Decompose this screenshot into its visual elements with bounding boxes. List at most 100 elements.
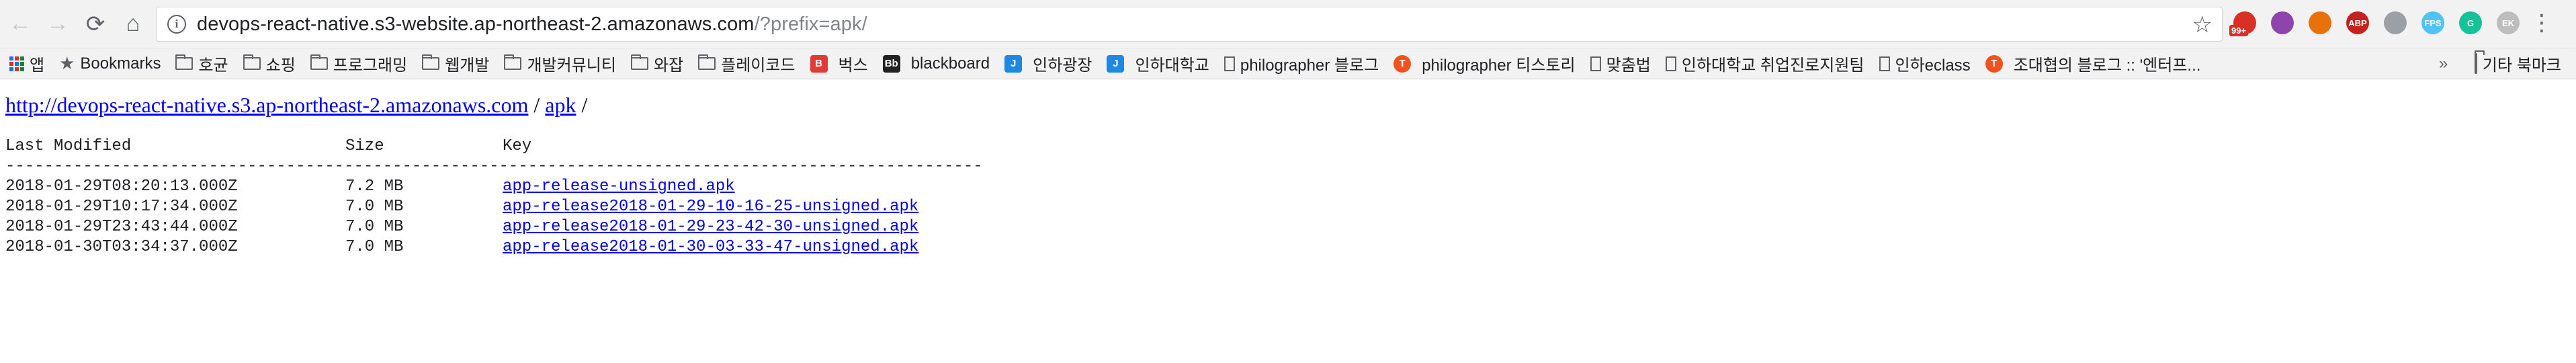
ext-mail-icon[interactable]: 99+ (2229, 11, 2256, 36)
bookmark-label: 와잡 (653, 56, 684, 75)
file-modified: 2018-01-30T03:34:37.000Z (5, 238, 238, 256)
url-text[interactable]: devops-react-native.s3-website.ap-northe… (197, 13, 867, 36)
bookmarks-overflow-chevron[interactable]: » (2439, 54, 2448, 73)
other-bookmarks-label: 기타 북마크 (2482, 56, 2561, 75)
bookmark-item[interactable]: 개발커뮤니티 (504, 52, 616, 75)
tistory-icon: T (1985, 54, 2008, 73)
bookmark-item[interactable]: 맞춤법 (1590, 52, 1651, 75)
page-content: http://devops-react-native.s3.ap-northea… (0, 79, 2576, 268)
other-bookmarks[interactable]: 기타 북마크 (2474, 52, 2561, 75)
folder-icon (175, 54, 194, 70)
header-last-modified: Last Modified (5, 137, 132, 155)
file-size: 7.0 MB (345, 198, 404, 216)
folder-icon (504, 54, 522, 70)
inha-icon: J (1004, 54, 1027, 73)
browser-menu-icon[interactable]: ⋮ (2530, 9, 2553, 36)
bookmark-apps[interactable]: 앱 (0, 52, 44, 75)
folder-icon (422, 54, 440, 70)
home-button[interactable]: ⌂ (116, 7, 151, 42)
breadcrumb-root-link[interactable]: http://devops-react-native.s3.ap-northea… (5, 93, 528, 117)
file-size: 7.2 MB (345, 177, 404, 196)
file-size: 7.0 MB (345, 218, 404, 236)
bookmark-label: blackboard (910, 54, 990, 73)
file-row: 2018-01-30T03:34:37.000Z 7.0 MB app-releas… (5, 237, 2571, 257)
bookmark-label: 인하대학교 (1135, 56, 1209, 75)
bookmark-label: 인하eclass (1895, 56, 1971, 75)
bookmark-glyph: B (810, 54, 828, 73)
file-modified: 2018-01-29T10:17:34.000Z (5, 198, 238, 216)
bookmark-label: 인하광장 (1033, 56, 1092, 75)
bookmark-label: philographer 블로그 (1240, 56, 1379, 75)
apps-label: 앱 (30, 56, 45, 75)
bookmark-item[interactable]: J 인하광장 (1004, 52, 1092, 75)
bookmark-item[interactable]: T 조대협의 블로그 :: '엔터프... (1985, 52, 2201, 75)
ext-fps-icon[interactable]: FPS (2421, 11, 2444, 34)
header-size: Size (345, 137, 384, 155)
browser-toolbar: ← → ⟳ ⌂ i devops-react-native.s3-website… (0, 0, 2576, 48)
breadcrumb-folder-link[interactable]: apk (545, 93, 576, 117)
ext-ek-icon[interactable]: EK (2497, 11, 2520, 34)
header-divider: ----------------------------------------… (5, 157, 981, 175)
bookmark-item[interactable]: 인하eclass (1879, 52, 1971, 75)
extension-label: ABP (2348, 17, 2367, 28)
file-link[interactable]: app-release-unsigned.apk (503, 177, 735, 196)
bookmark-item[interactable]: 웹개발 (422, 52, 489, 75)
header-key: Key (503, 137, 532, 155)
breadcrumb-separator: / (528, 93, 546, 117)
url-path: /?prefix=apk/ (754, 13, 867, 35)
file-link[interactable]: app-release2018-01-30-03-33-47-unsigned.… (503, 238, 918, 256)
bookmark-label: 조대협의 블로그 :: '엔터프... (2013, 56, 2201, 75)
bookmark-item[interactable]: 쇼핑 (243, 52, 296, 75)
bookmark-item[interactable]: B 벅스 (810, 52, 868, 75)
ext-orange-icon[interactable] (2309, 11, 2331, 34)
reload-button[interactable]: ⟳ (78, 7, 113, 42)
bookmark-label: Bookmarks (80, 54, 161, 73)
bookmark-label: 호균 (198, 56, 228, 75)
address-bar[interactable]: i devops-react-native.s3-website.ap-nort… (156, 7, 2223, 42)
extension-badge: 99+ (2229, 25, 2249, 36)
bookmark-label: 개발커뮤니티 (527, 56, 616, 75)
info-icon[interactable]: i (167, 15, 186, 34)
bookmark-star-icon[interactable]: ☆ (2192, 11, 2213, 38)
bookmark-item[interactable]: 프로그래밍 (310, 52, 407, 75)
ext-abp-icon[interactable]: ABP (2346, 11, 2369, 34)
bookmark-label: philographer 티스토리 (1422, 56, 1576, 75)
bookmark-item[interactable]: 플레이코드 (698, 52, 796, 75)
bookmark-glyph: T (1985, 54, 2003, 73)
inha-icon: J (1107, 54, 1129, 73)
file-listing: Last Modified Size Key -----------------… (5, 136, 2571, 257)
ext-grid-icon[interactable] (2384, 11, 2407, 34)
bookmark-item[interactable]: 인하대학교 취업진로지원팀 (1665, 52, 1864, 75)
bookmark-item[interactable]: 와잡 (630, 52, 684, 75)
folder-icon (243, 54, 261, 70)
folder-icon (310, 54, 328, 70)
bookmark-item[interactable]: philographer 블로그 (1223, 52, 1379, 75)
file-link[interactable]: app-release2018-01-29-23-42-30-unsigned.… (503, 218, 918, 236)
blackboard-icon: Bb (882, 54, 906, 73)
bookmark-glyph: J (1004, 54, 1023, 73)
bookmark-item[interactable]: Tphilographer 티스토리 (1393, 52, 1576, 75)
bookmark-item[interactable]: 호균 (175, 52, 228, 75)
extension-label: FPS (2424, 17, 2442, 28)
listing-header: Last Modified Size Key (5, 136, 2571, 157)
file-size: 7.0 MB (345, 238, 404, 256)
bookmark-item[interactable]: J 인하대학교 (1107, 52, 1209, 75)
url-host: devops-react-native.s3-website.ap-northe… (197, 13, 755, 35)
ext-grammarly-icon[interactable]: G (2459, 11, 2482, 34)
bookmark-label: 맞춤법 (1606, 56, 1651, 75)
file-row: 2018-01-29T10:17:34.000Z 7.0 MB app-releas… (5, 197, 2571, 217)
star-icon: ★ (59, 53, 75, 73)
folder-icon (630, 54, 648, 70)
page-icon (1879, 56, 1890, 71)
bookmark-label: 인하대학교 취업진로지원팀 (1681, 56, 1864, 75)
file-link[interactable]: app-release2018-01-29-10-16-25-unsigned.… (503, 198, 918, 216)
ext-purple-icon[interactable] (2271, 11, 2294, 34)
forward-button[interactable]: → (40, 7, 75, 42)
bugs-icon: B (810, 54, 833, 73)
bookmark-item[interactable]: Bb blackboard (882, 54, 990, 73)
bookmark-glyph: J (1107, 54, 1125, 73)
back-button[interactable]: ← (3, 7, 38, 42)
bookmark-item[interactable]: ★ Bookmarks (59, 53, 161, 74)
bookmark-label: 벅스 (838, 56, 868, 75)
folder-icon (698, 54, 716, 70)
